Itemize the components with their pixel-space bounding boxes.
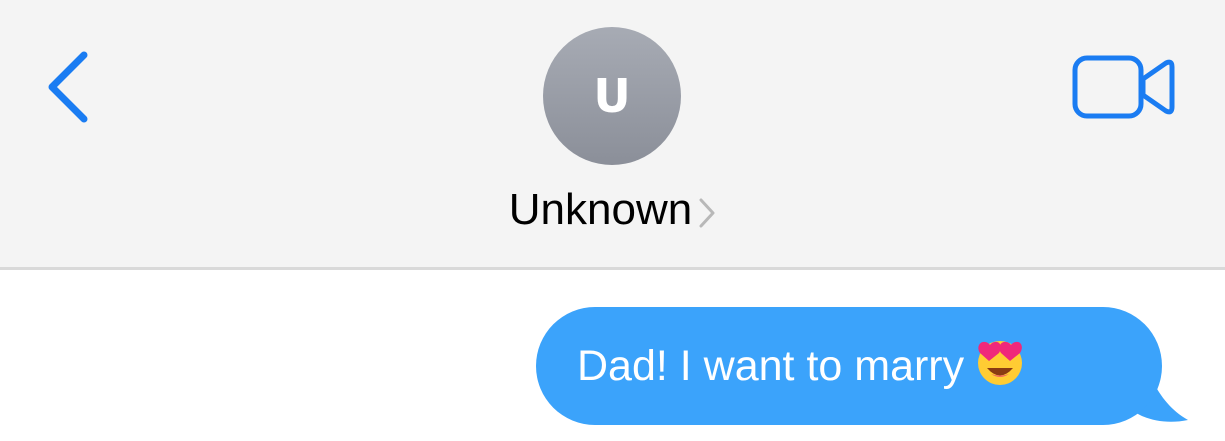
message-text: Dad! I want to marry <box>577 341 965 390</box>
chevron-left-icon <box>48 51 88 123</box>
message-bubble-body: Dad! I want to marry <box>536 307 1162 425</box>
avatar[interactable]: U <box>543 27 681 165</box>
message-bubble-outgoing[interactable]: Dad! I want to marry <box>536 307 1190 427</box>
video-camera-icon <box>1072 55 1175 119</box>
conversation-header: U Unknown <box>0 0 1225 270</box>
chevron-right-icon <box>698 197 716 229</box>
avatar-initial: U <box>593 69 631 123</box>
message-list: Dad! I want to marry <box>0 273 1225 441</box>
contact-name: Unknown <box>508 185 693 234</box>
back-button[interactable] <box>38 45 108 135</box>
contact-name-button[interactable]: Unknown <box>0 180 1225 240</box>
heart-eyes-emoji-icon <box>974 335 1026 392</box>
facetime-video-button[interactable] <box>1072 55 1176 119</box>
